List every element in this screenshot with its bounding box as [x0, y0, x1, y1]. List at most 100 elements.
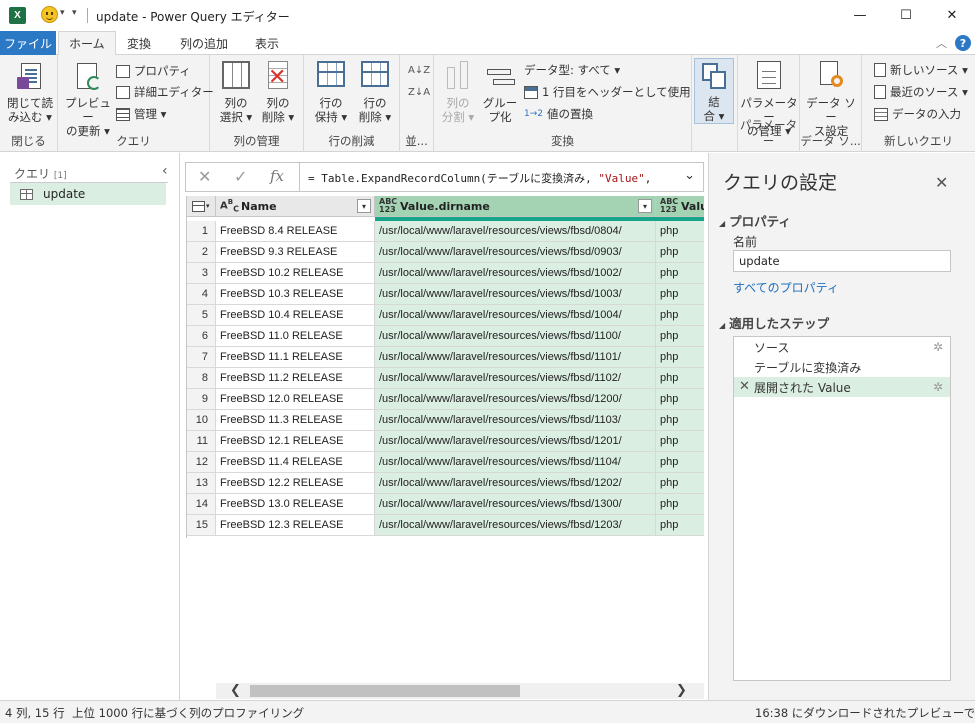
minimize-button[interactable]: — — [837, 0, 883, 31]
close-and-load-button[interactable]: 閉じて読 み込む ▾ — [6, 61, 54, 124]
cancel-formula-icon[interactable]: ✕ — [198, 167, 211, 186]
sort-descending-icon[interactable]: Z↓A — [408, 83, 430, 101]
dirname-cell[interactable]: /usr/local/www/laravel/resources/views/f… — [375, 284, 656, 305]
use-first-row-header-button[interactable]: 1 行目をヘッダーとして使用 ▾ — [524, 83, 700, 101]
dirname-cell[interactable]: /usr/local/www/laravel/resources/views/f… — [375, 305, 656, 326]
name-cell[interactable]: FreeBSD 12.3 RELEASE — [216, 515, 375, 536]
dirname-cell[interactable]: /usr/local/www/laravel/resources/views/f… — [375, 494, 656, 515]
row-number-cell[interactable]: 11 — [187, 431, 216, 452]
column-filter-button[interactable]: ▾ — [357, 199, 371, 213]
gear-icon[interactable]: ✲ — [933, 340, 943, 354]
column-header-name[interactable]: ABC Name ▾ — [216, 196, 375, 217]
sort-ascending-icon[interactable]: A↓Z — [408, 61, 430, 79]
properties-button[interactable]: プロパティ — [116, 62, 191, 80]
smiley-feedback-icon[interactable] — [41, 6, 58, 23]
dirname-cell[interactable]: /usr/local/www/laravel/resources/views/f… — [375, 242, 656, 263]
name-cell[interactable]: FreeBSD 13.0 RELEASE — [216, 494, 375, 515]
row-number-cell[interactable]: 1 — [187, 221, 216, 242]
new-source-button[interactable]: 新しいソース ▾ — [874, 61, 968, 79]
value-cell[interactable]: php — [656, 221, 704, 242]
name-cell[interactable]: FreeBSD 12.1 RELEASE — [216, 431, 375, 452]
dirname-cell[interactable]: /usr/local/www/laravel/resources/views/f… — [375, 326, 656, 347]
expand-formula-icon[interactable]: ⌄ — [684, 168, 695, 183]
advanced-editor-button[interactable]: 詳細エディター — [116, 83, 214, 101]
tab-view[interactable]: 表示 — [245, 31, 289, 55]
value-cell[interactable]: php — [656, 242, 704, 263]
data-source-settings-button[interactable]: データ ソー ス設定 — [803, 61, 859, 138]
scrollbar-thumb[interactable] — [250, 685, 520, 697]
value-cell[interactable]: php — [656, 305, 704, 326]
value-cell[interactable]: php — [656, 263, 704, 284]
row-number-cell[interactable]: 13 — [187, 473, 216, 494]
close-settings-icon[interactable]: ✕ — [935, 173, 948, 192]
excel-icon[interactable]: X — [9, 7, 26, 24]
query-name-field[interactable]: update — [733, 250, 951, 272]
row-number-cell[interactable]: 14 — [187, 494, 216, 515]
recent-sources-button[interactable]: 最近のソース ▾ — [874, 83, 968, 101]
value-cell[interactable]: php — [656, 326, 704, 347]
collapse-queries-icon[interactable]: ‹ — [162, 163, 168, 179]
column-header-value-dirname[interactable]: ABC 123 Value.dirname ▾ — [375, 196, 656, 217]
keep-rows-button[interactable]: 行の 保持 ▾ — [310, 61, 352, 124]
dirname-cell[interactable]: /usr/local/www/laravel/resources/views/f… — [375, 263, 656, 284]
delete-step-icon[interactable]: ✕ — [739, 379, 750, 394]
dirname-cell[interactable]: /usr/local/www/laravel/resources/views/f… — [375, 410, 656, 431]
name-cell[interactable]: FreeBSD 8.4 RELEASE — [216, 221, 375, 242]
value-cell[interactable]: php — [656, 494, 704, 515]
dirname-cell[interactable]: /usr/local/www/laravel/resources/views/f… — [375, 473, 656, 494]
name-cell[interactable]: FreeBSD 10.2 RELEASE — [216, 263, 375, 284]
row-number-cell[interactable]: 4 — [187, 284, 216, 305]
column-filter-button[interactable]: ▾ — [638, 199, 652, 213]
refresh-preview-button[interactable]: プレビュー の更新 ▾ — [63, 61, 113, 138]
tab-file[interactable]: ファイル — [0, 31, 56, 55]
split-column-button[interactable]: 列の 分割 ▾ — [438, 61, 478, 124]
name-cell[interactable]: FreeBSD 11.4 RELEASE — [216, 452, 375, 473]
status-profiling[interactable]: 上位 1000 行に基づく列のプロファイリング — [72, 705, 304, 721]
data-type-dropdown[interactable]: データ型: すべて ▾ — [524, 61, 620, 79]
row-number-cell[interactable]: 3 — [187, 263, 216, 284]
tab-transform[interactable]: 変換 — [117, 31, 161, 55]
applied-steps-section-header[interactable]: ◢ 適用したステップ — [719, 313, 829, 332]
select-all-table-button[interactable]: ▾ — [187, 196, 216, 217]
remove-rows-button[interactable]: 行の 削除 ▾ — [354, 61, 396, 124]
group-by-button[interactable]: グルー プ化 — [480, 61, 520, 124]
gear-icon[interactable]: ✲ — [933, 380, 943, 394]
value-cell[interactable]: php — [656, 389, 704, 410]
tab-add-column[interactable]: 列の追加 — [170, 31, 238, 55]
name-cell[interactable]: FreeBSD 12.0 RELEASE — [216, 389, 375, 410]
row-number-cell[interactable]: 2 — [187, 242, 216, 263]
name-cell[interactable]: FreeBSD 10.3 RELEASE — [216, 284, 375, 305]
dirname-cell[interactable]: /usr/local/www/laravel/resources/views/f… — [375, 347, 656, 368]
name-cell[interactable]: FreeBSD 12.2 RELEASE — [216, 473, 375, 494]
manage-button[interactable]: 管理 ▾ — [116, 105, 166, 123]
row-number-cell[interactable]: 10 — [187, 410, 216, 431]
step-changed-to-table[interactable]: テーブルに変換済み — [734, 357, 950, 377]
help-icon[interactable]: ? — [955, 35, 971, 51]
value-cell[interactable]: php — [656, 347, 704, 368]
name-cell[interactable]: FreeBSD 10.4 RELEASE — [216, 305, 375, 326]
value-cell[interactable]: php — [656, 431, 704, 452]
step-expanded-value[interactable]: ✕ 展開された Value ✲ — [734, 377, 950, 397]
horizontal-scrollbar[interactable]: ❮ ❯ — [216, 683, 704, 699]
combine-button[interactable]: 結 合 ▾ — [694, 58, 734, 124]
row-number-cell[interactable]: 6 — [187, 326, 216, 347]
close-window-button[interactable]: ✕ — [929, 0, 975, 31]
value-cell[interactable]: php — [656, 284, 704, 305]
remove-columns-button[interactable]: ✕ 列の 削除 ▾ — [258, 61, 298, 124]
fx-icon[interactable]: fx — [270, 167, 284, 185]
dirname-cell[interactable]: /usr/local/www/laravel/resources/views/f… — [375, 452, 656, 473]
query-item-update[interactable]: update — [10, 183, 166, 205]
dirname-cell[interactable]: /usr/local/www/laravel/resources/views/f… — [375, 368, 656, 389]
properties-section-header[interactable]: ◢ プロパティ — [719, 211, 791, 230]
replace-values-button[interactable]: 1→2 値の置換 — [524, 105, 593, 123]
name-cell[interactable]: FreeBSD 11.2 RELEASE — [216, 368, 375, 389]
scroll-right-icon[interactable]: ❯ — [676, 683, 687, 698]
row-number-cell[interactable]: 9 — [187, 389, 216, 410]
value-cell[interactable]: php — [656, 368, 704, 389]
choose-columns-button[interactable]: 列の 選択 ▾ — [216, 61, 256, 124]
name-cell[interactable]: FreeBSD 11.1 RELEASE — [216, 347, 375, 368]
column-header-value[interactable]: ABC123 Value — [656, 196, 704, 217]
formula-input[interactable]: = Table.ExpandRecordColumn(テーブルに変換済み, "V… — [308, 170, 651, 186]
enter-data-button[interactable]: データの入力 — [874, 105, 961, 123]
row-number-cell[interactable]: 8 — [187, 368, 216, 389]
